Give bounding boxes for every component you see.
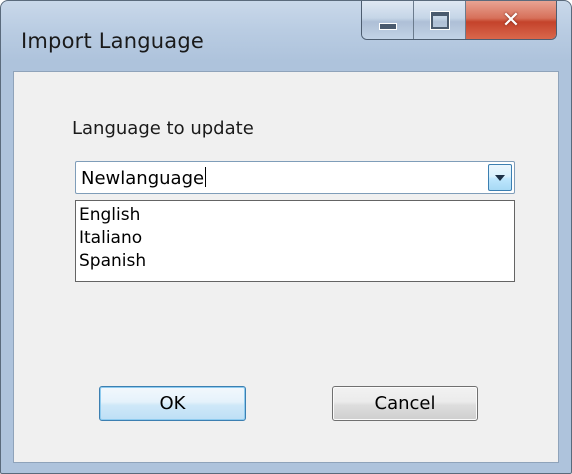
language-combobox[interactable]: Newlanguage	[75, 161, 515, 194]
dropdown-option-english[interactable]: English	[76, 204, 514, 227]
dialog-client-area: Language to update Newlanguage English I…	[13, 71, 559, 463]
dialog-window: Import Language ✕ Language to update New…	[0, 0, 572, 474]
title-bar[interactable]: Import Language ✕	[1, 1, 571, 71]
maximize-icon	[430, 11, 449, 29]
window-title: Import Language	[21, 29, 205, 53]
maximize-button[interactable]	[414, 1, 466, 39]
dropdown-option-spanish[interactable]: Spanish	[76, 250, 514, 273]
caption-buttons: ✕	[361, 1, 557, 40]
cancel-button[interactable]: Cancel	[332, 386, 478, 421]
ok-button[interactable]: OK	[99, 386, 246, 421]
combobox-input[interactable]: Newlanguage	[81, 167, 207, 189]
language-label: Language to update	[72, 118, 254, 139]
minimize-button[interactable]	[362, 1, 414, 39]
dropdown-option-italiano[interactable]: Italiano	[76, 227, 514, 250]
minimize-icon	[378, 22, 397, 30]
dropdown-list: English Italiano Spanish	[75, 200, 515, 282]
dropdown-arrow-button[interactable]	[488, 164, 512, 191]
text-caret	[205, 167, 207, 187]
close-icon: ✕	[501, 7, 521, 33]
chevron-down-icon	[495, 174, 505, 181]
combobox-value: Newlanguage	[81, 168, 205, 189]
close-button[interactable]: ✕	[466, 1, 556, 39]
